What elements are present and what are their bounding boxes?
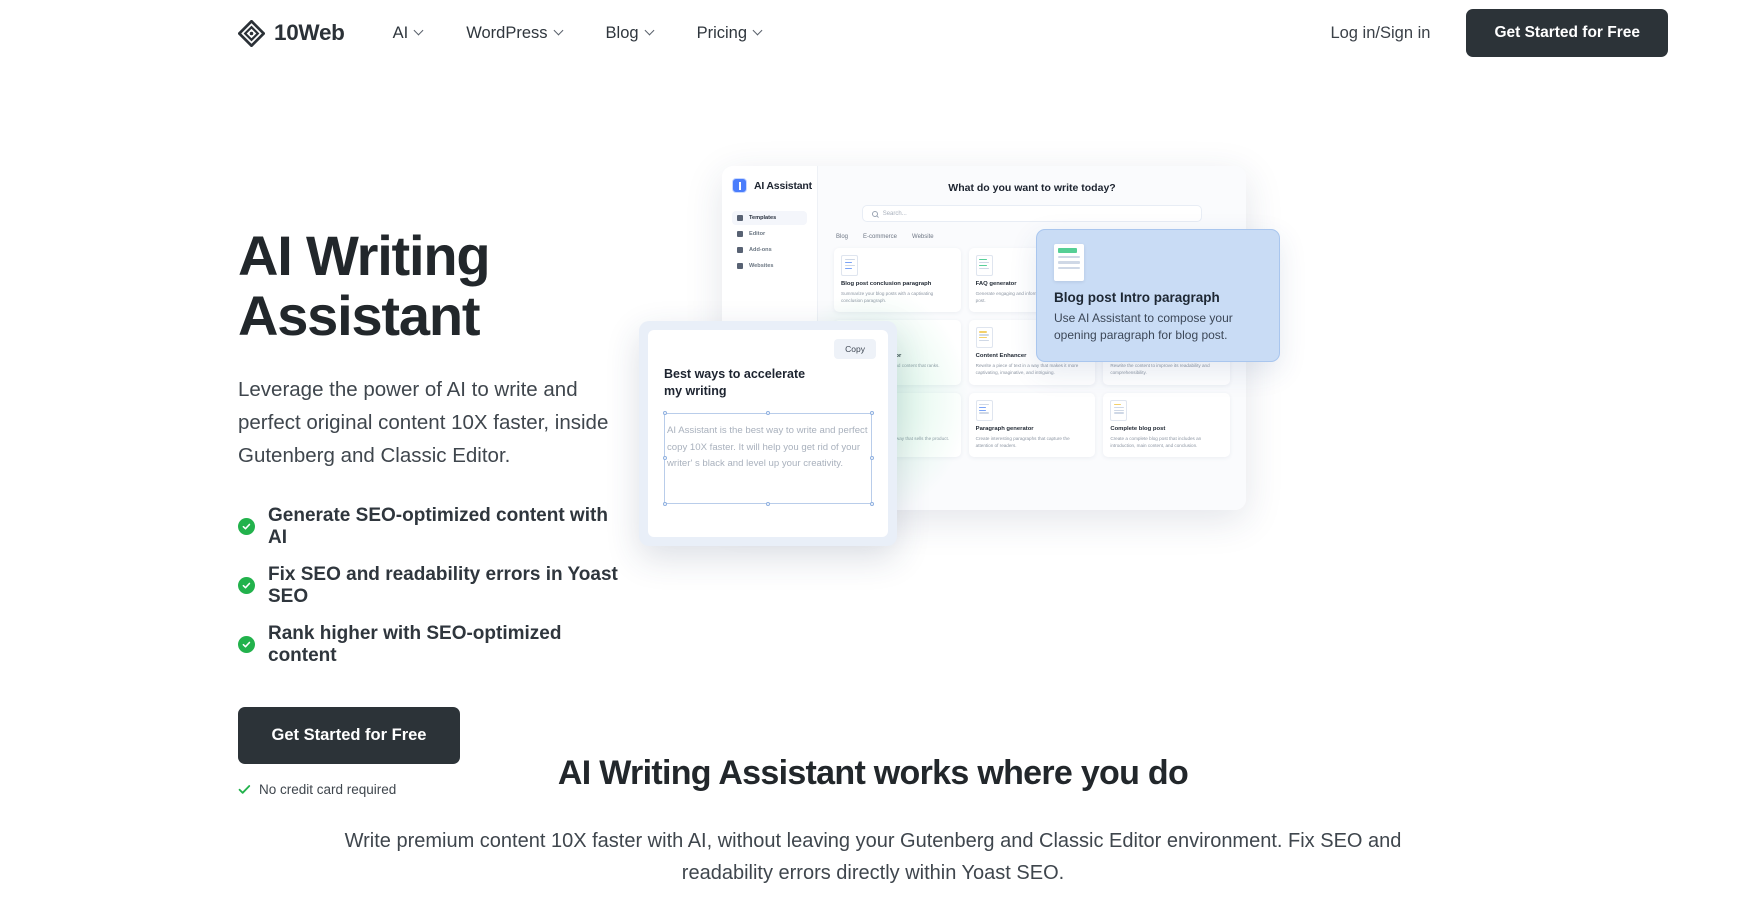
feature-label: Rank higher with SEO-optimized content: [268, 622, 562, 666]
template-card[interactable]: Blog post conclusion paragraph Summarize…: [834, 248, 961, 313]
header-get-started-button[interactable]: Get Started for Free: [1466, 9, 1668, 57]
resize-handle-icon[interactable]: [765, 411, 770, 416]
check-circle-icon: [238, 577, 255, 595]
hero-illustration: AI Assistant Templates Editor Add-ons We…: [630, 166, 1746, 606]
main-nav: AI WordPress Blog Pricing: [393, 24, 784, 43]
check-circle-icon: [238, 636, 255, 654]
section-subtitle: Write premium content 10X faster with AI…: [344, 830, 1402, 885]
highlight-card-title: Blog post Intro paragraph: [1054, 290, 1220, 305]
nav-item-pricing[interactable]: Pricing: [676, 24, 784, 43]
resize-handle-icon[interactable]: [869, 455, 874, 460]
search-input[interactable]: Search...: [861, 205, 1203, 222]
template-card-desc: Rewrite the content to improve its reada…: [1110, 363, 1210, 376]
app-title: AI Assistant: [754, 179, 812, 192]
tab-website[interactable]: Website: [912, 234, 934, 240]
editor-preview-card: Copy Best ways to accelerate my writing …: [639, 321, 897, 546]
page-title: AI Writing Assistant: [238, 224, 491, 348]
nav-item-label: WordPress: [466, 23, 548, 42]
document-icon: [1054, 244, 1084, 281]
template-card-desc: Create a complete blog post that include…: [1110, 435, 1202, 448]
sidebar-item-add-ons[interactable]: Add-ons: [732, 243, 807, 257]
highlight-card-desc: Use AI Assistant to compose your opening…: [1054, 311, 1233, 343]
sidebar-item-label: Add-ons: [749, 247, 772, 253]
template-card[interactable]: Paragraph generator Create interesting p…: [968, 392, 1096, 458]
no-credit-card-label: No credit card required: [259, 781, 397, 797]
check-icon: [238, 784, 251, 795]
globe-icon: [737, 263, 743, 269]
document-icon: [737, 231, 743, 237]
sidebar-item-templates[interactable]: Templates: [732, 211, 807, 225]
copy-button[interactable]: Copy: [834, 339, 876, 359]
resize-handle-icon[interactable]: [869, 501, 874, 506]
grid-icon: [737, 215, 743, 221]
hero-get-started-button[interactable]: Get Started for Free: [238, 706, 460, 764]
editor-canvas: Copy Best ways to accelerate my writing …: [648, 330, 888, 537]
template-card-title: Blog post conclusion paragraph: [841, 281, 932, 287]
editor-paragraph-text: AI Assistant is the best way to write an…: [667, 424, 868, 470]
search-icon: [871, 210, 878, 217]
puzzle-icon: [737, 247, 743, 253]
nav-item-label: AI: [392, 23, 409, 42]
sidebar-item-label: Templates: [749, 215, 777, 221]
brand-logo[interactable]: 10Web: [238, 19, 345, 47]
hero-section: AI Writing Assistant Leverage the power …: [0, 66, 1746, 797]
list-item: Rank higher with SEO-optimized content: [238, 623, 620, 667]
resize-handle-icon[interactable]: [662, 411, 667, 416]
selected-paragraph-block[interactable]: AI Assistant is the best way to write an…: [662, 411, 874, 506]
search-placeholder: Search...: [882, 210, 907, 217]
sidebar-item-editor[interactable]: Editor: [732, 227, 807, 241]
template-card-title: Complete blog post: [1110, 425, 1166, 432]
resize-handle-icon[interactable]: [662, 501, 667, 506]
login-signin-link[interactable]: Log in/Sign in: [1330, 24, 1430, 43]
nav-item-wordpress[interactable]: WordPress: [445, 24, 584, 43]
chevron-down-icon: [415, 27, 424, 36]
sidebar-item-label: Websites: [749, 263, 774, 269]
app-brand: AI Assistant: [732, 178, 812, 193]
hero-copy: AI Writing Assistant Leverage the power …: [0, 166, 620, 797]
site-header: 10Web AI WordPress Blog Pricing Log in/S…: [0, 0, 1746, 66]
nav-item-blog[interactable]: Blog: [585, 24, 676, 43]
brand-name: 10Web: [274, 20, 345, 45]
nav-item-ai[interactable]: AI: [393, 24, 446, 43]
app-logo-icon: [732, 178, 747, 193]
template-card-title: Paragraph generator: [975, 425, 1034, 432]
list-item: Fix SEO and readability errors in Yoast …: [238, 564, 620, 608]
app-heading: What do you want to write today?: [948, 182, 1116, 194]
chevron-down-icon: [555, 27, 564, 36]
tab-ecommerce[interactable]: E-commerce: [863, 234, 897, 240]
resize-handle-icon[interactable]: [869, 411, 874, 416]
document-icon: [975, 399, 993, 421]
document-icon: [841, 255, 858, 276]
header-actions: Log in/Sign in Get Started for Free: [1330, 9, 1668, 57]
nav-item-label: Pricing: [696, 23, 747, 42]
nav-item-label: Blog: [605, 23, 639, 42]
document-icon: [975, 327, 993, 349]
sidebar-item-label: Editor: [749, 231, 766, 237]
template-card-desc: Create interesting paragraphs that captu…: [975, 435, 1070, 448]
diamond-logo-icon: [238, 19, 265, 47]
template-card[interactable]: Complete blog post Create a complete blo…: [1103, 392, 1230, 458]
check-circle-icon: [238, 518, 255, 536]
feature-list: Generate SEO-optimized content with AI F…: [238, 505, 620, 667]
sidebar-item-websites[interactable]: Websites: [732, 259, 807, 273]
hero-subtitle: Leverage the power of AI to write and pe…: [238, 377, 609, 468]
feature-label: Generate SEO-optimized content with AI: [268, 504, 608, 548]
resize-handle-icon[interactable]: [662, 455, 667, 460]
chevron-down-icon: [754, 27, 763, 36]
tab-blog[interactable]: Blog: [836, 234, 848, 240]
document-icon: [975, 255, 993, 276]
app-nav: Templates Editor Add-ons Websites: [732, 211, 807, 273]
resize-handle-icon[interactable]: [765, 501, 770, 506]
list-item: Generate SEO-optimized content with AI: [238, 505, 620, 549]
no-credit-card-note: No credit card required: [238, 782, 620, 797]
template-card-desc: Rewrite a piece of text in a way that ma…: [975, 363, 1079, 376]
highlight-template-card[interactable]: Blog post Intro paragraph Use AI Assista…: [1036, 229, 1280, 363]
template-card-desc: Summarize your blog posts with a captiva…: [841, 291, 934, 303]
chevron-down-icon: [646, 27, 655, 36]
editor-post-title: Best ways to accelerate my writing: [664, 367, 806, 398]
document-icon: [1110, 399, 1128, 421]
feature-label: Fix SEO and readability errors in Yoast …: [268, 563, 618, 607]
